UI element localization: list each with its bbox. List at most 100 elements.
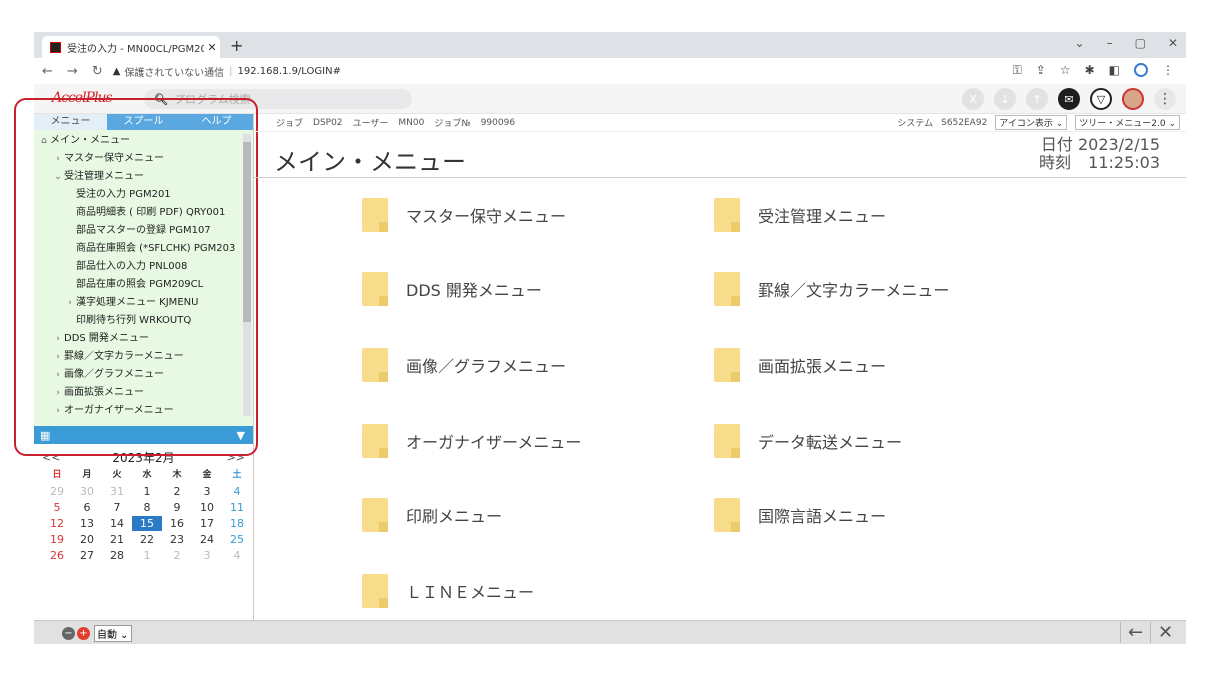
close-tab-icon[interactable]: ✕ <box>204 41 220 54</box>
calendar-day[interactable]: 4 <box>222 484 252 499</box>
restore-icon[interactable]: ▢ <box>1135 36 1146 50</box>
tab-menu[interactable]: メニュー <box>34 114 107 130</box>
tree-item-kjmenu[interactable]: › 漢字処理メニュー KJMENU <box>34 294 253 312</box>
zoom-out-icon[interactable]: − <box>62 627 75 640</box>
menu-item-screen-ext[interactable]: 画面拡張メニュー <box>714 348 886 382</box>
calendar-day[interactable]: 5 <box>42 500 72 515</box>
calendar-day[interactable]: 21 <box>102 532 132 547</box>
tab-search-icon[interactable]: ⌄ <box>1075 36 1085 50</box>
calendar-day[interactable]: 9 <box>162 500 192 515</box>
menu-item-line-color[interactable]: 罫線／文字カラーメニュー <box>714 272 949 306</box>
warning-icon[interactable]: ▲ <box>113 66 121 77</box>
scrollbar-thumb[interactable] <box>243 142 251 322</box>
calendar-day[interactable]: 28 <box>102 548 132 563</box>
menu-item-order[interactable]: 受注管理メニュー <box>714 198 886 232</box>
download-icon[interactable]: ↓ <box>994 88 1016 110</box>
tree-item-main-menu[interactable]: ⌂ メイン・メニュー <box>34 132 253 150</box>
user-avatar[interactable] <box>1122 88 1144 110</box>
tree-scrollbar[interactable] <box>243 134 251 416</box>
calendar-day[interactable]: 31 <box>102 484 132 499</box>
tree-item-order-menu[interactable]: ⌄ 受注管理メニュー <box>34 168 253 186</box>
mode-select[interactable]: 自動 ⌄ <box>94 625 132 642</box>
tree-item-qry001[interactable]: 商品明細表 ( 印刷 PDF) QRY001 <box>34 204 253 222</box>
calendar-day[interactable]: 19 <box>42 532 72 547</box>
menu-item-line[interactable]: ＬＩＮＥメニュー <box>362 574 534 608</box>
url-text[interactable]: 192.168.1.9/LOGIN# <box>238 66 341 77</box>
menu-item-i18n[interactable]: 国際言語メニュー <box>714 498 886 532</box>
calendar-day[interactable]: 3 <box>192 548 222 563</box>
calendar-day[interactable]: 27 <box>72 548 102 563</box>
calendar-day[interactable]: 14 <box>102 516 132 531</box>
back-arrow-icon[interactable]: ← <box>1120 622 1150 643</box>
menu-item-master[interactable]: マスター保守メニュー <box>362 198 566 232</box>
minimize-icon[interactable]: – <box>1107 36 1113 50</box>
menu-item-print[interactable]: 印刷メニュー <box>362 498 502 532</box>
prev-month-button[interactable]: << <box>42 451 60 464</box>
more-icon[interactable]: ⋮ <box>1154 88 1176 110</box>
extensions-icon[interactable]: ✱ <box>1085 63 1095 78</box>
tree-item-line-color-menu[interactable]: › 罫線／文字カラーメニュー <box>34 348 253 366</box>
close-window-icon[interactable]: ✕ <box>1168 36 1178 50</box>
tree-item-pgm201[interactable]: 受注の入力 PGM201 <box>34 186 253 204</box>
calendar-day[interactable]: 10 <box>192 500 222 515</box>
menu-dots-icon[interactable]: ⋮ <box>1162 63 1174 78</box>
tree-item-screen-ext-menu[interactable]: › 画面拡張メニュー <box>34 384 253 402</box>
menu-item-dds[interactable]: DDS 開発メニュー <box>362 272 542 306</box>
browser-tab[interactable]: 受注の入力 - MN00CL/PGM201F ✕ <box>42 36 220 58</box>
calendar-day[interactable]: 7 <box>102 500 132 515</box>
tree-item-pgm107[interactable]: 部品マスターの登録 PGM107 <box>34 222 253 240</box>
share-icon[interactable]: ⇪ <box>1036 63 1046 78</box>
tree-item-pgm203[interactable]: 商品在庫照会 (*SFLCHK) PGM203 <box>34 240 253 258</box>
calendar-day[interactable]: 20 <box>72 532 102 547</box>
calendar-day[interactable]: 1 <box>132 548 162 563</box>
sidepanel-icon[interactable]: ◧ <box>1109 63 1120 78</box>
calendar-day[interactable]: 25 <box>222 532 252 547</box>
next-month-button[interactable]: >> <box>227 451 245 464</box>
tab-spool[interactable]: スプール <box>107 114 180 130</box>
messenger-icon[interactable]: ✉ <box>1058 88 1080 110</box>
upload-icon[interactable]: ↑ <box>1026 88 1048 110</box>
zoom-in-icon[interactable]: + <box>77 627 90 640</box>
menu-item-data-transfer[interactable]: データ転送メニュー <box>714 424 902 458</box>
calendar-day[interactable]: 26 <box>42 548 72 563</box>
tree-item-pgm209cl[interactable]: 部品在庫の照会 PGM209CL <box>34 276 253 294</box>
calendar-day[interactable]: 18 <box>222 516 252 531</box>
calendar-day[interactable]: 17 <box>192 516 222 531</box>
star-icon[interactable]: ☆ <box>1060 63 1071 78</box>
calendar-day[interactable]: 12 <box>42 516 72 531</box>
calendar-day[interactable]: 13 <box>72 516 102 531</box>
calendar-day[interactable]: 23 <box>162 532 192 547</box>
filter-icon[interactable]: ▽ <box>1090 88 1112 110</box>
tree-item-organizer-menu[interactable]: › オーガナイザーメニュー <box>34 402 253 420</box>
calendar-day[interactable]: 6 <box>72 500 102 515</box>
calendar-day[interactable]: 24 <box>192 532 222 547</box>
url-warning[interactable]: 保護されていない通信 <box>124 64 224 79</box>
calendar-day[interactable]: 2 <box>162 548 192 563</box>
icon-display-select[interactable]: アイコン表示 ⌄ <box>995 115 1068 130</box>
collapse-icon[interactable]: ▼ <box>237 429 245 442</box>
calendar-day[interactable]: 1 <box>132 484 162 499</box>
calendar-day[interactable]: 16 <box>162 516 192 531</box>
calendar-day[interactable]: 22 <box>132 532 162 547</box>
program-search-input[interactable]: 🔍︎ プログラム検索 <box>144 89 412 109</box>
calendar-day[interactable]: 30 <box>72 484 102 499</box>
excel-icon[interactable]: X <box>962 88 984 110</box>
back-icon[interactable]: ← <box>42 64 53 79</box>
profile-icon[interactable] <box>1134 63 1148 77</box>
close-icon[interactable]: ✕ <box>1150 622 1180 643</box>
calendar-day[interactable]: 4 <box>222 548 252 563</box>
tree-item-master-menu[interactable]: › マスター保守メニュー <box>34 150 253 168</box>
calendar-day[interactable]: 2 <box>162 484 192 499</box>
tree-item-image-graph-menu[interactable]: › 画像／グラフメニュー <box>34 366 253 384</box>
calendar-day[interactable]: 11 <box>222 500 252 515</box>
forward-icon[interactable]: → <box>67 64 78 79</box>
calendar-day[interactable]: 3 <box>192 484 222 499</box>
tree-item-dds-menu[interactable]: › DDS 開発メニュー <box>34 330 253 348</box>
menu-item-image-graph[interactable]: 画像／グラフメニュー <box>362 348 566 382</box>
menu-item-organizer[interactable]: オーガナイザーメニュー <box>362 424 581 458</box>
key-icon[interactable]: ⚿ <box>1013 63 1022 78</box>
calendar-day[interactable]: 8 <box>132 500 162 515</box>
calendar-today[interactable]: 15 <box>132 516 162 531</box>
calendar-toggle-bar[interactable]: ▦ ▼ <box>34 426 253 444</box>
tab-help[interactable]: ヘルプ <box>180 114 253 130</box>
